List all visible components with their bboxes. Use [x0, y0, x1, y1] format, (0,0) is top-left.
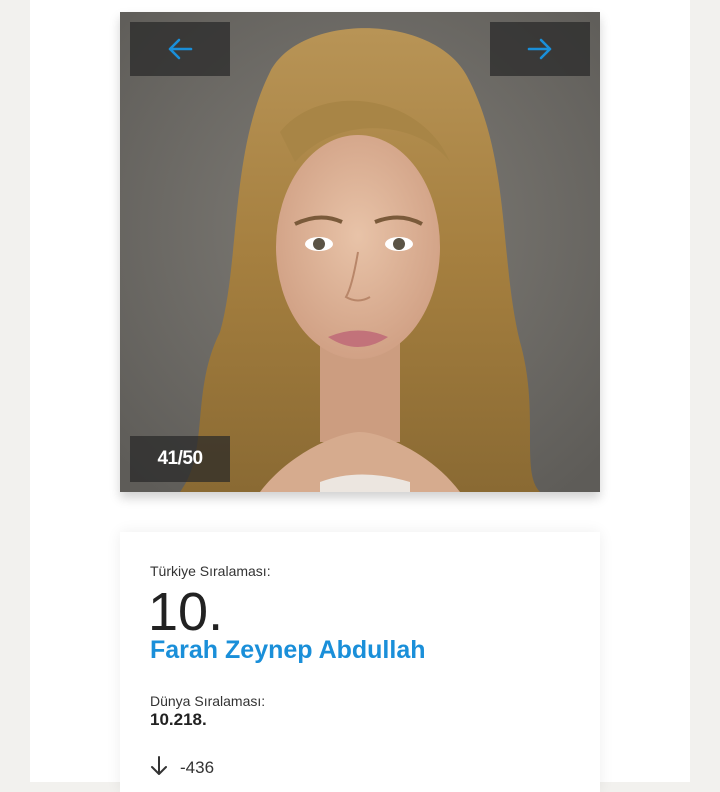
- photo-gallery: 41/50: [120, 12, 600, 492]
- ranking-card: Türkiye Sıralaması: 10. Farah Zeynep Abd…: [120, 532, 600, 792]
- previous-photo-button[interactable]: [130, 22, 230, 76]
- person-name-link[interactable]: Farah Zeynep Abdullah: [150, 636, 426, 665]
- arrow-right-icon: [527, 38, 552, 60]
- photo-counter: 41/50: [130, 436, 230, 482]
- world-ranking-value: 10.218.: [150, 710, 207, 729]
- turkey-ranking-value: 10.: [148, 582, 224, 642]
- page-content: 41/50 Türkiye Sıralaması: 10. Farah Zeyn…: [30, 0, 690, 792]
- celebrity-photo: [120, 12, 600, 492]
- arrow-left-icon: [168, 38, 193, 60]
- next-photo-button[interactable]: [490, 22, 590, 76]
- arrow-down-icon: [151, 756, 167, 775]
- world-ranking-label: Dünya Sıralaması:: [150, 693, 266, 709]
- ranking-change-value: -436: [180, 758, 215, 777]
- turkey-ranking-label: Türkiye Sıralaması:: [150, 563, 271, 579]
